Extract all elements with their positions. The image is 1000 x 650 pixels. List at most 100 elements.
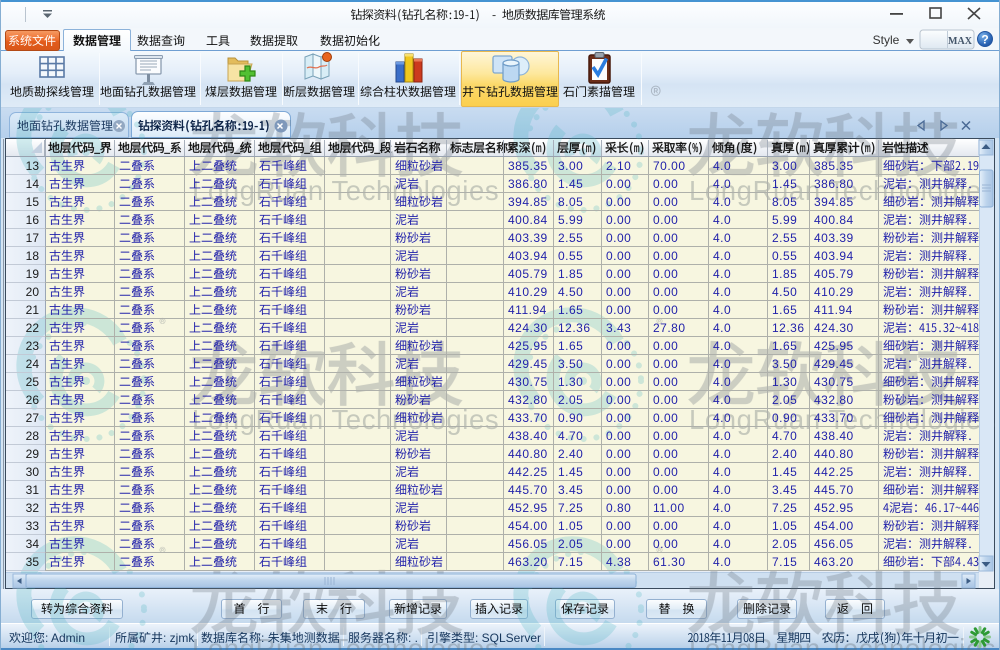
svg-text:Style: Style (873, 33, 900, 47)
svg-text:424.30: 424.30 (508, 321, 548, 335)
svg-text:440.80: 440.80 (508, 447, 548, 461)
svg-text:4.0: 4.0 (713, 393, 731, 407)
svg-text:403.39: 403.39 (508, 231, 548, 245)
svg-text:411.94: 411.94 (508, 303, 547, 317)
svg-text:4.70: 4.70 (558, 429, 583, 443)
svg-text:0.00: 0.00 (606, 231, 631, 245)
svg-text:31: 31 (26, 483, 40, 497)
svg-text:: SQLServer: : SQLServer (475, 631, 541, 645)
svg-text:463.20: 463.20 (814, 555, 854, 569)
svg-text:0.90: 0.90 (772, 411, 797, 425)
svg-text:: Admin: : Admin (45, 631, 85, 645)
svg-text:0.80: 0.80 (606, 501, 631, 515)
svg-text:4.0: 4.0 (713, 195, 731, 209)
svg-text:410.29: 410.29 (814, 285, 854, 299)
svg-text:22: 22 (26, 321, 40, 335)
svg-text:3.43: 3.43 (606, 321, 631, 335)
svg-text:0.00: 0.00 (653, 285, 678, 299)
svg-text:4.0: 4.0 (713, 483, 731, 497)
svg-text:0.00: 0.00 (606, 177, 631, 191)
svg-text:403.94: 403.94 (508, 249, 548, 263)
svg-text:0.00: 0.00 (606, 213, 631, 227)
svg-text:438.40: 438.40 (814, 429, 854, 443)
svg-text:400.84: 400.84 (814, 213, 854, 227)
svg-text:0.90: 0.90 (558, 411, 583, 425)
svg-text:0.00: 0.00 (653, 249, 678, 263)
svg-text:4.0: 4.0 (713, 285, 731, 299)
svg-text:405.79: 405.79 (508, 267, 548, 281)
svg-text:0.00: 0.00 (606, 303, 631, 317)
svg-text:12.36: 12.36 (772, 321, 805, 335)
svg-text:0.00: 0.00 (653, 537, 678, 551)
svg-text:1.30: 1.30 (558, 375, 583, 389)
svg-text:MAX: MAX (948, 36, 973, 47)
svg-text:394.85: 394.85 (508, 195, 548, 209)
svg-text:4.0: 4.0 (713, 267, 731, 281)
svg-text:0.00: 0.00 (606, 537, 631, 551)
svg-text:405.79: 405.79 (814, 267, 854, 281)
svg-text:28: 28 (26, 429, 40, 443)
svg-text:15: 15 (26, 195, 40, 209)
svg-text:1.85: 1.85 (558, 267, 583, 281)
svg-text:34: 34 (26, 537, 40, 551)
svg-text:0.55: 0.55 (772, 249, 797, 263)
svg-text:0.00: 0.00 (606, 357, 631, 371)
svg-text:0.00: 0.00 (653, 465, 678, 479)
svg-text:4.0: 4.0 (713, 303, 731, 317)
svg-text:4.0: 4.0 (713, 411, 731, 425)
svg-text:0.00: 0.00 (653, 357, 678, 371)
svg-text:0.00: 0.00 (606, 267, 631, 281)
svg-text:411.94: 411.94 (814, 303, 853, 317)
svg-text:4.0: 4.0 (713, 339, 731, 353)
svg-text:430.75: 430.75 (508, 375, 548, 389)
svg-text:445.70: 445.70 (508, 483, 548, 497)
svg-text:8.05: 8.05 (558, 195, 583, 209)
svg-text:3.00: 3.00 (558, 159, 583, 173)
svg-text:442.25: 442.25 (814, 465, 854, 479)
svg-text:0.00: 0.00 (606, 465, 631, 479)
svg-text:1.05: 1.05 (772, 519, 797, 533)
svg-text:7.15: 7.15 (772, 555, 797, 569)
svg-text:33: 33 (26, 519, 40, 533)
svg-text:?: ? (981, 33, 988, 47)
svg-text:3.45: 3.45 (772, 483, 797, 497)
svg-text:0.00: 0.00 (653, 231, 678, 245)
svg-text:0.00: 0.00 (606, 375, 631, 389)
svg-text:24: 24 (26, 357, 40, 371)
svg-text:452.95: 452.95 (814, 501, 854, 515)
svg-text:0.00: 0.00 (653, 195, 678, 209)
svg-text:35: 35 (26, 555, 40, 569)
svg-text:20: 20 (26, 285, 40, 299)
svg-text:1.65: 1.65 (558, 303, 583, 317)
svg-text:3.45: 3.45 (558, 483, 583, 497)
svg-text:0.00: 0.00 (606, 195, 631, 209)
svg-text::: : (261, 631, 264, 645)
svg-text:4.0: 4.0 (713, 447, 731, 461)
svg-text:4.0: 4.0 (713, 249, 731, 263)
svg-text:0.00: 0.00 (606, 285, 631, 299)
svg-text:403.39: 403.39 (814, 231, 854, 245)
svg-text:0.00: 0.00 (653, 483, 678, 497)
svg-text:1.65: 1.65 (772, 339, 797, 353)
svg-text:18: 18 (26, 249, 40, 263)
svg-text:456.05: 456.05 (814, 537, 854, 551)
svg-text:425.95: 425.95 (508, 339, 548, 353)
svg-text:454.00: 454.00 (814, 519, 854, 533)
svg-text:4.38: 4.38 (606, 555, 631, 569)
svg-text:61.30: 61.30 (653, 555, 686, 569)
svg-text:13: 13 (26, 159, 40, 173)
svg-text:4.0: 4.0 (713, 321, 731, 335)
svg-text:5.99: 5.99 (772, 213, 797, 227)
svg-text:0.00: 0.00 (653, 213, 678, 227)
svg-text:452.95: 452.95 (508, 501, 548, 515)
svg-text:385.35: 385.35 (508, 159, 548, 173)
svg-text:0.00: 0.00 (606, 447, 631, 461)
svg-text:3.50: 3.50 (558, 357, 583, 371)
svg-text:0.55: 0.55 (558, 249, 583, 263)
svg-text:4.0: 4.0 (713, 555, 731, 569)
svg-text:1.45: 1.45 (772, 465, 797, 479)
svg-text:0.00: 0.00 (653, 339, 678, 353)
svg-text:7.25: 7.25 (772, 501, 797, 515)
svg-text:70.00: 70.00 (653, 159, 686, 173)
svg-text:0.00: 0.00 (606, 411, 631, 425)
